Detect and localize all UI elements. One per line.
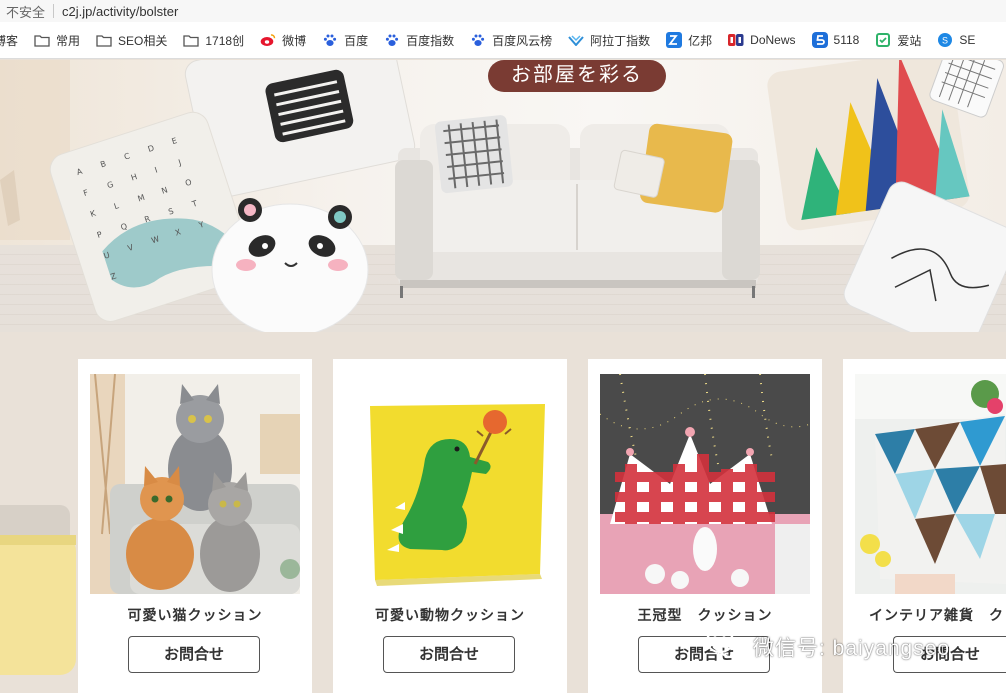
baidu-paw-icon [322, 32, 338, 48]
bookmark-aizhan[interactable]: 爱站 [875, 22, 922, 58]
bookmark-label: 1718创 [205, 33, 245, 48]
bookmark-label: 百度 [344, 33, 369, 48]
product-name: 可愛い動物クッション [375, 607, 525, 623]
product-name: インテリア雑貨 クッ [869, 607, 1006, 623]
bookmark-label: 博客 [0, 33, 19, 48]
folder-icon [96, 32, 112, 48]
yibang-icon [666, 32, 683, 48]
bookmark-5118[interactable]: 5118 [811, 22, 860, 58]
baidu-paw-icon [384, 32, 400, 48]
wechat-watermark: 微信号: baiyangseo [705, 627, 950, 667]
partial-yellow-pillow [0, 505, 78, 675]
product-name: 王冠型 クッション [637, 607, 773, 623]
weibo-icon [260, 32, 276, 48]
inquiry-button[interactable]: お問合せ [383, 636, 515, 673]
insecure-label[interactable]: 不安全 [6, 2, 45, 21]
inquiry-button[interactable]: お問合せ [128, 636, 260, 673]
folder-icon [34, 32, 50, 48]
bookmark-label: SE [959, 33, 976, 47]
se-icon: S [937, 32, 953, 48]
address-divider [53, 4, 55, 18]
banner-title: お部屋を彩る [488, 60, 666, 92]
bookmark-seo[interactable]: SEO相关 [96, 22, 168, 58]
donews-icon [728, 32, 744, 48]
bookmark-label: 百度指数 [406, 33, 455, 48]
bookmark-baidu-top[interactable]: 百度风云榜 [470, 22, 553, 58]
baidu-paw-icon [470, 32, 486, 48]
bookmark-baidu-index[interactable]: 百度指数 [384, 22, 455, 58]
5118-icon [811, 32, 828, 48]
product-photo-interior[interactable] [855, 374, 1006, 594]
bookmark-label: 爱站 [897, 33, 922, 48]
bookmark-blog[interactable]: 博客 [0, 22, 19, 58]
product-photo-animal[interactable] [345, 374, 555, 594]
hero-banner: ABCDEFGHIJKLMNOPQRSTUVWXYZ お部屋を彩る [0, 60, 1006, 332]
product-photo-crown[interactable] [600, 374, 810, 594]
aizhan-icon [875, 32, 891, 48]
bookmark-label: SEO相关 [118, 33, 168, 48]
product-card-animal[interactable]: 可愛い動物クッション お問合せ [333, 359, 567, 693]
bookmarks-bar: 博客 常用 SEO相关 1718创 微博 百度 百度指数 [0, 22, 1006, 59]
bookmark-donews[interactable]: DoNews [728, 22, 796, 58]
product-name: 可愛い猫クッション [127, 607, 263, 623]
sofa [395, 115, 760, 298]
banner-illustration: ABCDEFGHIJKLMNOPQRSTUVWXYZ [0, 60, 1006, 332]
bookmark-label: 阿拉丁指数 [590, 33, 651, 48]
bookmark-label: 亿邦 [688, 33, 713, 48]
product-card-cat[interactable]: 可愛い猫クッション お問合せ [78, 359, 312, 693]
bookmark-se[interactable]: S SE [937, 22, 976, 58]
bookmark-label: 百度风云榜 [492, 33, 553, 48]
bookmark-label: 微博 [282, 33, 307, 48]
bookmark-label: 5118 [833, 33, 860, 47]
bookmark-1718[interactable]: 1718创 [183, 22, 245, 58]
watermark-text: 微信号: baiyangseo [753, 637, 951, 660]
bookmark-weibo[interactable]: 微博 [260, 22, 307, 58]
svg-text:S: S [942, 36, 948, 46]
address-bar[interactable]: 不安全 c2j.jp/activity/bolster [0, 0, 1006, 22]
bookmark-label: 常用 [56, 33, 81, 48]
bookmark-aladdin[interactable]: 阿拉丁指数 [568, 22, 651, 58]
product-photo-cat[interactable] [90, 374, 300, 594]
wechat-icon [705, 627, 745, 667]
bookmark-yibang[interactable]: 亿邦 [666, 22, 713, 58]
bookmark-common[interactable]: 常用 [34, 22, 81, 58]
bookmark-label: DoNews [750, 33, 796, 47]
aladdin-icon [568, 32, 584, 48]
url-text[interactable]: c2j.jp/activity/bolster [62, 4, 178, 19]
folder-icon [183, 32, 200, 48]
bookmark-baidu[interactable]: 百度 [322, 22, 369, 58]
